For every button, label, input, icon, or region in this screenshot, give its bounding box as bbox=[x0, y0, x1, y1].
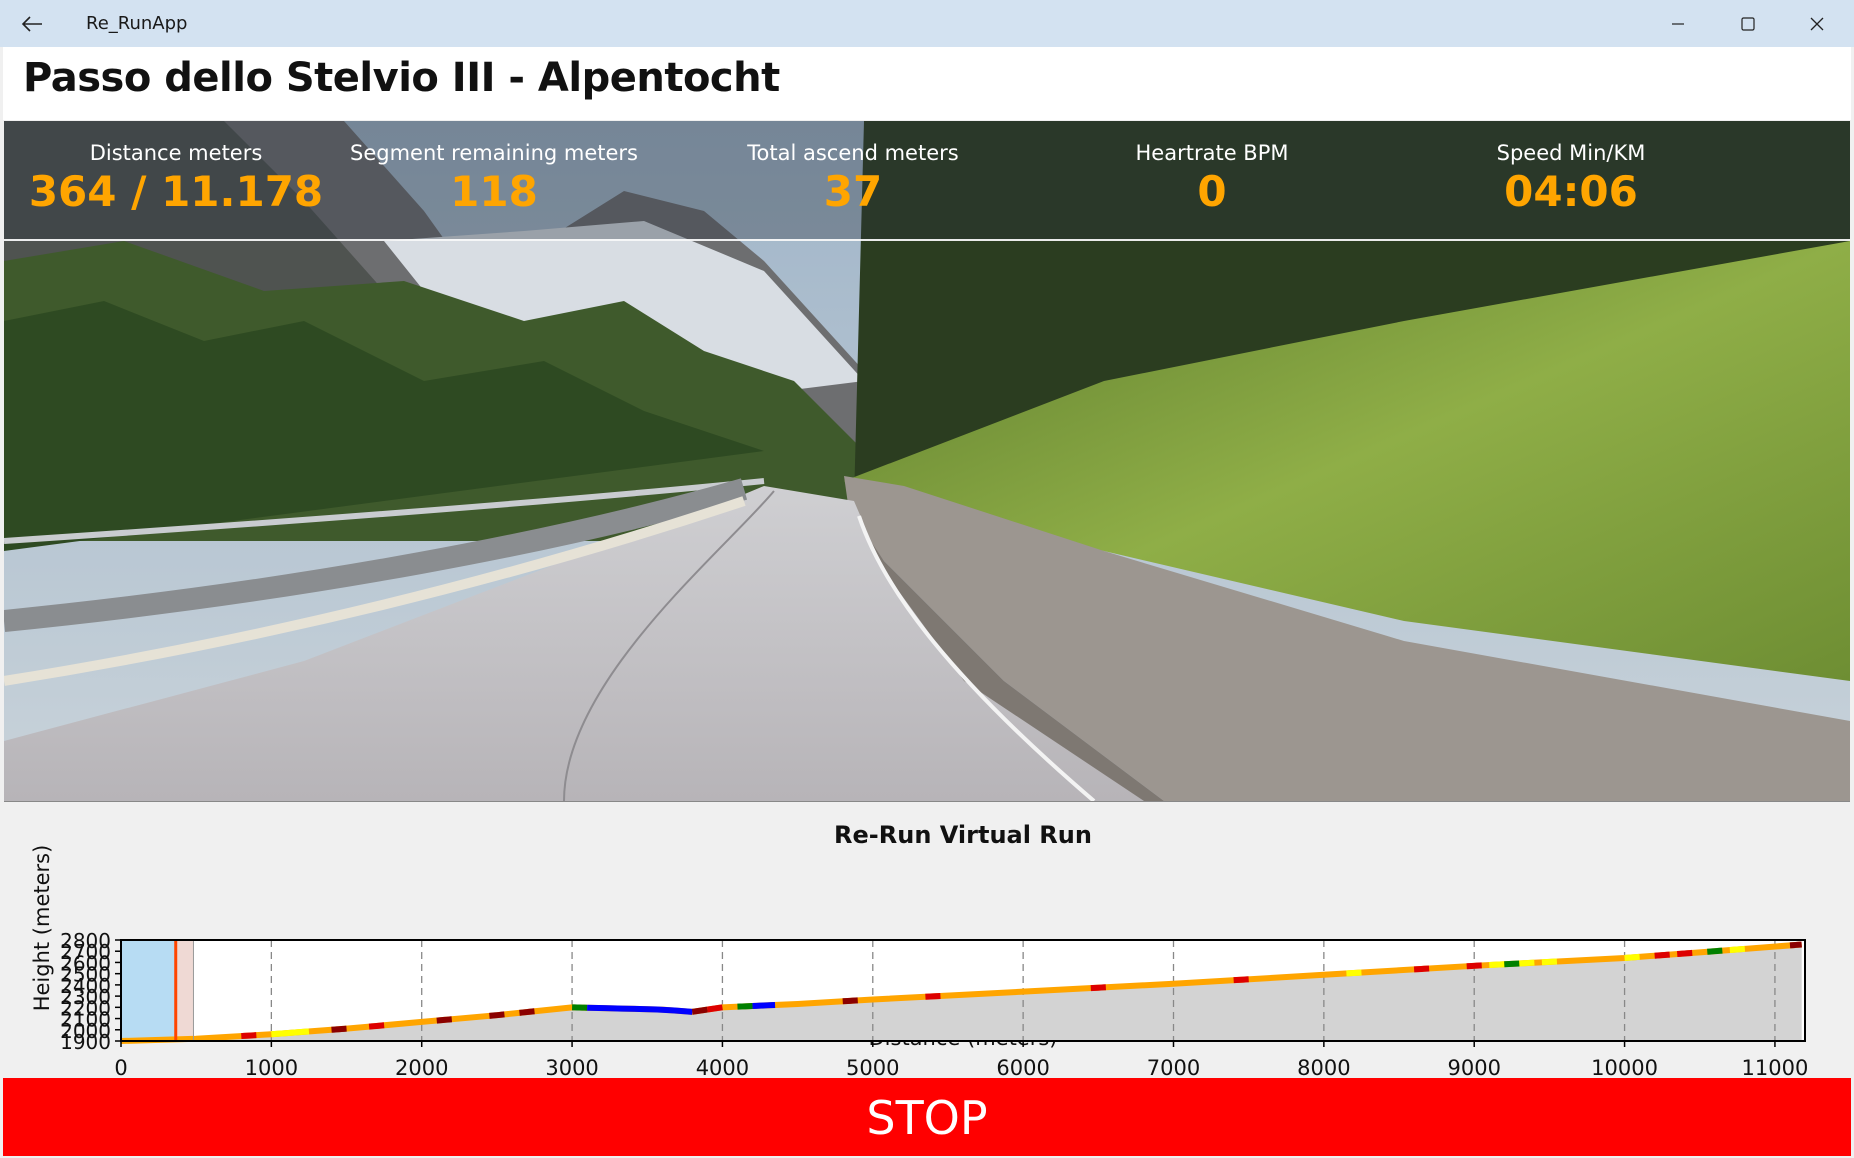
chart-y-axis-label: Height (meters) bbox=[30, 845, 54, 1012]
app-title: Re_RunApp bbox=[86, 0, 187, 47]
elevation-segment bbox=[489, 1014, 504, 1015]
elevation-segment bbox=[1625, 957, 1640, 958]
stat-value: 364 / 11.178 bbox=[4, 167, 356, 216]
back-button[interactable] bbox=[14, 7, 50, 41]
elevation-segment bbox=[707, 1007, 722, 1009]
x-tick-label: 1000 bbox=[245, 1056, 298, 1077]
close-icon bbox=[1810, 17, 1824, 31]
x-tick-label: 0 bbox=[114, 1056, 127, 1077]
elevation-segment bbox=[753, 1005, 776, 1006]
elevation-segment bbox=[692, 1010, 707, 1012]
elevation-segment bbox=[1504, 963, 1519, 964]
elevation-segment bbox=[519, 1011, 534, 1013]
y-tick-label: 2800 bbox=[60, 929, 111, 953]
x-tick-label: 11000 bbox=[1742, 1056, 1809, 1077]
stat-label: Segment remaining meters bbox=[314, 141, 674, 165]
x-tick-label: 6000 bbox=[996, 1056, 1049, 1077]
elevation-segment bbox=[1730, 949, 1745, 950]
maximize-button[interactable] bbox=[1713, 0, 1782, 47]
maximize-icon bbox=[1741, 17, 1755, 31]
elevation-segment bbox=[1655, 955, 1670, 956]
stat-segment-remaining: Segment remaining meters 118 bbox=[314, 121, 674, 216]
elevation-segment bbox=[437, 1019, 452, 1020]
page-header: Passo dello Stelvio III - Alpentocht bbox=[3, 47, 1851, 120]
x-tick-label: 4000 bbox=[696, 1056, 749, 1077]
stat-label: Speed Min/KM bbox=[1391, 141, 1751, 165]
elevation-chart: Re-Run Virtual Run Distance (meters) Hei… bbox=[3, 802, 1851, 1077]
page-title: Passo dello Stelvio III - Alpentocht bbox=[23, 55, 780, 101]
elevation-segment bbox=[737, 1006, 752, 1007]
stop-button[interactable]: STOP bbox=[3, 1078, 1851, 1156]
stat-distance: Distance meters 364 / 11.178 bbox=[4, 121, 356, 216]
chart-title: Re-Run Virtual Run bbox=[834, 821, 1092, 849]
elevation-segment bbox=[241, 1035, 256, 1036]
elevation-segment bbox=[1467, 965, 1482, 966]
x-tick-label: 10000 bbox=[1591, 1056, 1658, 1077]
elevation-segment bbox=[1234, 979, 1249, 980]
elevation-segment bbox=[1677, 953, 1692, 954]
stat-speed: Speed Min/KM 04:06 bbox=[1391, 121, 1751, 216]
elevation-segment bbox=[843, 1000, 858, 1001]
completed-region bbox=[121, 940, 176, 1041]
elevation-segment bbox=[1091, 987, 1106, 988]
chart-plot-area: 0 1000 2000 3000 4000 5000 6000 7000 8000 9000 100… bbox=[60, 929, 1808, 1077]
current-segment-region bbox=[176, 940, 194, 1041]
x-tick-label: 5000 bbox=[846, 1056, 899, 1077]
minimize-icon bbox=[1671, 17, 1685, 31]
elevation-segment bbox=[369, 1025, 384, 1026]
stat-value: 37 bbox=[673, 167, 1033, 216]
stat-label: Heartrate BPM bbox=[1032, 141, 1392, 165]
window-title-bar: Re_RunApp bbox=[0, 0, 1854, 47]
elevation-segment bbox=[332, 1029, 347, 1030]
close-button[interactable] bbox=[1782, 0, 1851, 47]
elevation-segment bbox=[1707, 951, 1722, 952]
stat-heartrate: Heartrate BPM 0 bbox=[1032, 121, 1392, 216]
arrow-left-icon bbox=[21, 15, 43, 33]
x-tick-label: 7000 bbox=[1147, 1056, 1200, 1077]
stats-overlay: Distance meters 364 / 11.178 Segment rem… bbox=[4, 121, 1850, 241]
elevation-segment bbox=[1519, 963, 1534, 964]
elevation-segment bbox=[925, 996, 940, 997]
stat-label: Total ascend meters bbox=[673, 141, 1033, 165]
route-video: Distance meters 364 / 11.178 Segment rem… bbox=[4, 121, 1850, 802]
minimize-button[interactable] bbox=[1643, 0, 1712, 47]
elevation-segment bbox=[1489, 964, 1504, 965]
stat-value: 04:06 bbox=[1391, 167, 1751, 216]
stat-total-ascend: Total ascend meters 37 bbox=[673, 121, 1033, 216]
elevation-segment bbox=[1790, 944, 1802, 945]
x-tick-label: 2000 bbox=[395, 1056, 448, 1077]
x-tick-label: 9000 bbox=[1447, 1056, 1500, 1077]
stat-label: Distance meters bbox=[4, 141, 356, 165]
stat-value: 118 bbox=[314, 167, 674, 216]
elevation-segment bbox=[1414, 969, 1429, 970]
elevation-chart-panel: Re-Run Virtual Run Distance (meters) Hei… bbox=[3, 802, 1851, 1077]
x-tick-label: 8000 bbox=[1297, 1056, 1350, 1077]
x-tick-label: 3000 bbox=[545, 1056, 598, 1077]
elevation-segment bbox=[271, 1031, 309, 1034]
stat-value: 0 bbox=[1032, 167, 1392, 216]
elevation-segment bbox=[1542, 961, 1557, 962]
elevation-segment bbox=[1346, 973, 1361, 974]
